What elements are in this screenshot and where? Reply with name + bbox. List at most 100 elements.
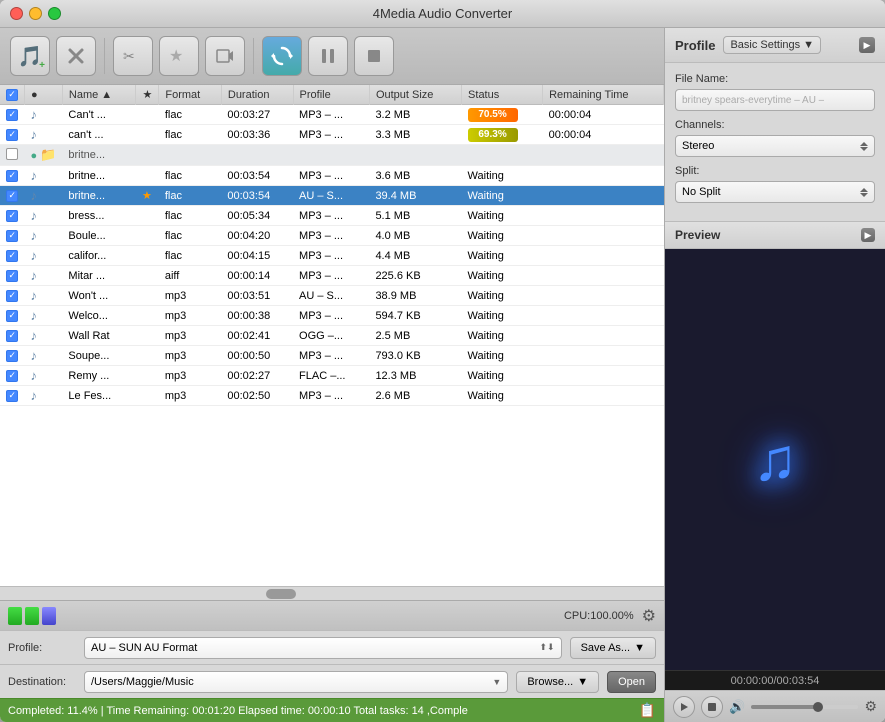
- file-name-input[interactable]: britney spears-everytime – AU –: [675, 89, 875, 111]
- row-checkbox-cell[interactable]: [0, 346, 25, 366]
- table-row[interactable]: ♪ Can't ... flac 00:03:27 MP3 – ... 3.2 …: [0, 105, 664, 125]
- playback-stop-button[interactable]: [701, 696, 723, 718]
- row-checkbox[interactable]: [6, 250, 18, 262]
- video-button[interactable]: [205, 36, 245, 76]
- table-row[interactable]: ♪ Wall Rat mp3 00:02:41 OGG –... 2.5 MB …: [0, 326, 664, 346]
- table-row[interactable]: ♪ Soupe... mp3 00:00:50 MP3 – ... 793.0 …: [0, 346, 664, 366]
- row-checkbox[interactable]: [6, 330, 18, 342]
- row-checkbox-cell[interactable]: [0, 105, 25, 125]
- row-checkbox[interactable]: [6, 230, 18, 242]
- row-checkbox[interactable]: [6, 148, 18, 160]
- music-icon: ♪: [31, 388, 38, 403]
- row-checkbox[interactable]: [6, 370, 18, 382]
- row-checkbox-cell[interactable]: [0, 145, 25, 166]
- delete-button[interactable]: [56, 36, 96, 76]
- table-row[interactable]: ♪ Boule... flac 00:04:20 MP3 – ... 4.0 M…: [0, 226, 664, 246]
- save-as-button[interactable]: Save As... ▼: [570, 637, 656, 659]
- table-row[interactable]: ♪ can't ... flac 00:03:36 MP3 – ... 3.3 …: [0, 125, 664, 145]
- channels-select[interactable]: Stereo: [675, 135, 875, 157]
- convert-button[interactable]: [262, 36, 302, 76]
- horizontal-scrollbar[interactable]: [0, 586, 664, 600]
- col-header-profile[interactable]: Profile: [293, 85, 369, 105]
- row-name: Le Fes...: [62, 386, 136, 406]
- table-row[interactable]: ♪ califor... flac 00:04:15 MP3 – ... 4.4…: [0, 246, 664, 266]
- row-checkbox-cell[interactable]: [0, 226, 25, 246]
- row-checkbox-cell[interactable]: [0, 306, 25, 326]
- maximize-button[interactable]: [48, 7, 61, 20]
- table-row[interactable]: ♪ britne... flac 00:03:54 MP3 – ... 3.6 …: [0, 166, 664, 186]
- table-row[interactable]: ♪ Remy ... mp3 00:02:27 FLAC –... 12.3 M…: [0, 366, 664, 386]
- table-row[interactable]: ♪ Won't ... mp3 00:03:51 AU – S... 38.9 …: [0, 286, 664, 306]
- row-name: bress...: [62, 206, 136, 226]
- pause-button[interactable]: [308, 36, 348, 76]
- row-checkbox-cell[interactable]: [0, 166, 25, 186]
- row-checkbox[interactable]: [6, 170, 18, 182]
- col-header-status[interactable]: Status: [462, 85, 543, 105]
- row-checkbox[interactable]: [6, 210, 18, 222]
- col-header-name[interactable]: Name ▲: [62, 85, 136, 105]
- row-status: Waiting: [462, 346, 543, 366]
- row-status: Waiting: [462, 366, 543, 386]
- playback-settings-icon[interactable]: ⚙: [864, 698, 877, 715]
- cpu-status-bar: CPU:100.00% ⚙: [0, 600, 664, 630]
- close-button[interactable]: [10, 7, 23, 20]
- browse-button[interactable]: Browse... ▼: [516, 671, 599, 693]
- volume-thumb[interactable]: [813, 702, 823, 712]
- row-checkbox-cell[interactable]: [0, 266, 25, 286]
- add-file-button[interactable]: 🎵 +: [10, 36, 50, 76]
- row-checkbox-cell[interactable]: [0, 386, 25, 406]
- row-checkbox-cell[interactable]: [0, 326, 25, 346]
- favorite-button[interactable]: ★: [159, 36, 199, 76]
- profile-tab[interactable]: Profile: [675, 38, 715, 53]
- profile-select[interactable]: AU – SUN AU Format ⬆⬇: [84, 637, 562, 659]
- row-duration: 00:02:41: [221, 326, 293, 346]
- col-header-output[interactable]: Output Size: [369, 85, 461, 105]
- row-format: flac: [159, 206, 222, 226]
- row-checkbox[interactable]: [6, 390, 18, 402]
- col-header-remaining[interactable]: Remaining Time: [543, 85, 664, 105]
- row-checkbox-cell[interactable]: [0, 246, 25, 266]
- folder-icon: 📁: [40, 147, 56, 162]
- cpu-settings-icon[interactable]: ⚙: [642, 606, 656, 626]
- row-checkbox-cell[interactable]: [0, 186, 25, 206]
- row-checkbox[interactable]: [6, 270, 18, 282]
- open-button[interactable]: Open: [607, 671, 656, 693]
- destination-select[interactable]: /Users/Maggie/Music ▼: [84, 671, 508, 693]
- status-text: Waiting: [468, 390, 504, 402]
- stop-button[interactable]: [354, 36, 394, 76]
- row-checkbox-cell[interactable]: [0, 366, 25, 386]
- row-checkbox[interactable]: [6, 190, 18, 202]
- row-checkbox[interactable]: [6, 350, 18, 362]
- table-row[interactable]: ♪ Mitar ... aiff 00:00:14 MP3 – ... 225.…: [0, 266, 664, 286]
- table-row[interactable]: ♪ britne... ★ flac 00:03:54 AU – S... 39…: [0, 186, 664, 206]
- col-header-star[interactable]: ★: [136, 85, 159, 105]
- table-row[interactable]: ♪ Le Fes... mp3 00:02:50 MP3 – ... 2.6 M…: [0, 386, 664, 406]
- col-header-duration[interactable]: Duration: [221, 85, 293, 105]
- row-remaining: [543, 366, 664, 386]
- row-checkbox[interactable]: [6, 310, 18, 322]
- play-button[interactable]: [673, 696, 695, 718]
- row-checkbox-cell[interactable]: [0, 206, 25, 226]
- col-header-check[interactable]: [0, 85, 25, 105]
- expand-button[interactable]: ▶: [859, 37, 875, 53]
- table-row[interactable]: ● 📁 britne...: [0, 145, 664, 166]
- row-checkbox[interactable]: [6, 129, 18, 141]
- col-header-format[interactable]: Format: [159, 85, 222, 105]
- row-checkbox[interactable]: [6, 109, 18, 121]
- minimize-button[interactable]: [29, 7, 42, 20]
- row-status: 70.5%: [462, 105, 543, 125]
- volume-slider[interactable]: [751, 705, 858, 709]
- row-checkbox[interactable]: [6, 290, 18, 302]
- scrollbar-thumb[interactable]: [266, 589, 296, 599]
- volume-icon: 🔊: [729, 699, 745, 715]
- select-all-checkbox[interactable]: [6, 89, 18, 101]
- split-select[interactable]: No Split: [675, 181, 875, 203]
- cut-button[interactable]: ✂: [113, 36, 153, 76]
- row-checkbox-cell[interactable]: [0, 125, 25, 145]
- row-checkbox-cell[interactable]: [0, 286, 25, 306]
- file-table-container[interactable]: ● Name ▲ ★ Format Duration Profile Outpu…: [0, 85, 664, 586]
- table-row[interactable]: ♪ bress... flac 00:05:34 MP3 – ... 5.1 M…: [0, 206, 664, 226]
- table-row[interactable]: ♪ Welco... mp3 00:00:38 MP3 – ... 594.7 …: [0, 306, 664, 326]
- preview-expand-button[interactable]: ▶: [861, 228, 875, 242]
- basic-settings-button[interactable]: Basic Settings ▼: [723, 36, 821, 54]
